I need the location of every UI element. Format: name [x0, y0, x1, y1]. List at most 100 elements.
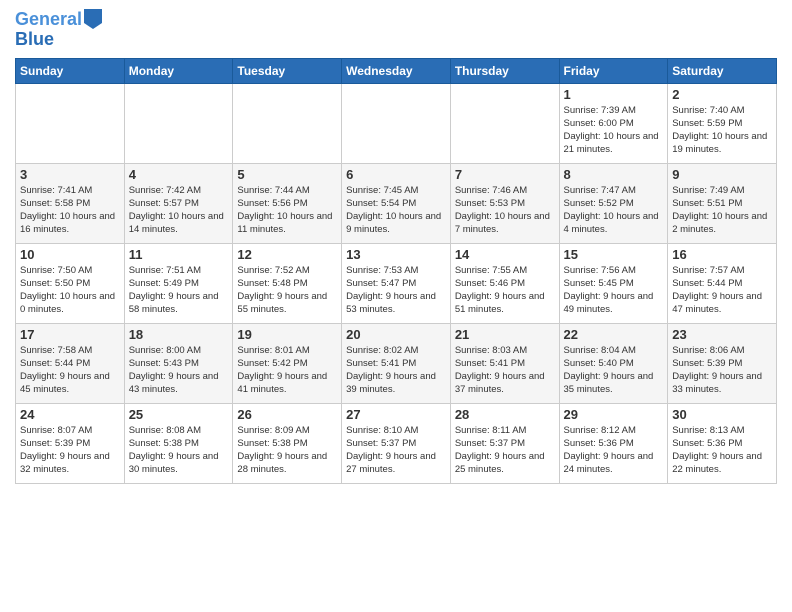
day-number: 25 [129, 407, 229, 422]
day-info: Sunrise: 7:55 AM Sunset: 5:46 PM Dayligh… [455, 264, 555, 317]
calendar-cell: 18 Sunrise: 8:00 AM Sunset: 5:43 PM Dayli… [124, 323, 233, 403]
calendar-week-row: 10 Sunrise: 7:50 AM Sunset: 5:50 PM Dayli… [16, 243, 777, 323]
day-number: 15 [564, 247, 664, 262]
calendar-cell: 24 Sunrise: 8:07 AM Sunset: 5:39 PM Dayli… [16, 403, 125, 483]
calendar-cell [342, 83, 451, 163]
day-info: Sunrise: 8:06 AM Sunset: 5:39 PM Dayligh… [672, 344, 772, 397]
day-number: 24 [20, 407, 120, 422]
day-info: Sunrise: 8:10 AM Sunset: 5:37 PM Dayligh… [346, 424, 446, 477]
day-info: Sunrise: 7:39 AM Sunset: 6:00 PM Dayligh… [564, 104, 664, 157]
day-info: Sunrise: 7:56 AM Sunset: 5:45 PM Dayligh… [564, 264, 664, 317]
day-number: 9 [672, 167, 772, 182]
calendar-cell: 29 Sunrise: 8:12 AM Sunset: 5:36 PM Dayli… [559, 403, 668, 483]
day-number: 10 [20, 247, 120, 262]
calendar-week-row: 17 Sunrise: 7:58 AM Sunset: 5:44 PM Dayli… [16, 323, 777, 403]
day-info: Sunrise: 7:52 AM Sunset: 5:48 PM Dayligh… [237, 264, 337, 317]
calendar-cell: 27 Sunrise: 8:10 AM Sunset: 5:37 PM Dayli… [342, 403, 451, 483]
day-number: 26 [237, 407, 337, 422]
calendar-cell: 26Sunrise: 8:09 AM Sunset: 5:38 PM Dayli… [233, 403, 342, 483]
day-info: Sunrise: 8:03 AM Sunset: 5:41 PM Dayligh… [455, 344, 555, 397]
day-info: Sunrise: 7:44 AM Sunset: 5:56 PM Dayligh… [237, 184, 337, 237]
day-info: Sunrise: 7:58 AM Sunset: 5:44 PM Dayligh… [20, 344, 120, 397]
day-of-week-header: Saturday [668, 58, 777, 83]
day-info: Sunrise: 8:00 AM Sunset: 5:43 PM Dayligh… [129, 344, 229, 397]
calendar-cell: 16 Sunrise: 7:57 AM Sunset: 5:44 PM Dayli… [668, 243, 777, 323]
day-of-week-header: Tuesday [233, 58, 342, 83]
calendar-cell: 13 Sunrise: 7:53 AM Sunset: 5:47 PM Dayli… [342, 243, 451, 323]
day-number: 16 [672, 247, 772, 262]
calendar-cell: 23 Sunrise: 8:06 AM Sunset: 5:39 PM Dayli… [668, 323, 777, 403]
day-info: Sunrise: 7:42 AM Sunset: 5:57 PM Dayligh… [129, 184, 229, 237]
day-info: Sunrise: 7:53 AM Sunset: 5:47 PM Dayligh… [346, 264, 446, 317]
day-number: 17 [20, 327, 120, 342]
calendar-cell: 2 Sunrise: 7:40 AM Sunset: 5:59 PM Daylig… [668, 83, 777, 163]
calendar-cell: 20 Sunrise: 8:02 AM Sunset: 5:41 PM Dayli… [342, 323, 451, 403]
day-of-week-header: Friday [559, 58, 668, 83]
day-info: Sunrise: 8:11 AM Sunset: 5:37 PM Dayligh… [455, 424, 555, 477]
logo-icon [84, 9, 102, 29]
calendar-cell [124, 83, 233, 163]
day-of-week-header: Monday [124, 58, 233, 83]
day-number: 28 [455, 407, 555, 422]
calendar-table: SundayMondayTuesdayWednesdayThursdayFrid… [15, 58, 777, 484]
day-info: Sunrise: 8:02 AM Sunset: 5:41 PM Dayligh… [346, 344, 446, 397]
day-info: Sunrise: 7:46 AM Sunset: 5:53 PM Dayligh… [455, 184, 555, 237]
day-info: Sunrise: 8:12 AM Sunset: 5:36 PM Dayligh… [564, 424, 664, 477]
calendar-cell: 11 Sunrise: 7:51 AM Sunset: 5:49 PM Dayli… [124, 243, 233, 323]
calendar-cell: 17 Sunrise: 7:58 AM Sunset: 5:44 PM Dayli… [16, 323, 125, 403]
calendar-cell [450, 83, 559, 163]
logo-text-blue: Blue [15, 30, 54, 50]
day-number: 4 [129, 167, 229, 182]
calendar-cell: 10 Sunrise: 7:50 AM Sunset: 5:50 PM Dayli… [16, 243, 125, 323]
day-info: Sunrise: 7:57 AM Sunset: 5:44 PM Dayligh… [672, 264, 772, 317]
day-number: 27 [346, 407, 446, 422]
day-number: 2 [672, 87, 772, 102]
calendar-cell: 30Sunrise: 8:13 AM Sunset: 5:36 PM Dayli… [668, 403, 777, 483]
calendar-cell: 3Sunrise: 7:41 AM Sunset: 5:58 PM Daylig… [16, 163, 125, 243]
day-number: 19 [237, 327, 337, 342]
day-info: Sunrise: 7:40 AM Sunset: 5:59 PM Dayligh… [672, 104, 772, 157]
days-of-week-row: SundayMondayTuesdayWednesdayThursdayFrid… [16, 58, 777, 83]
calendar-cell: 8Sunrise: 7:47 AM Sunset: 5:52 PM Daylig… [559, 163, 668, 243]
page-container: General Blue SundayMondayTuesdayWednesda… [0, 0, 792, 494]
calendar-cell: 12Sunrise: 7:52 AM Sunset: 5:48 PM Dayli… [233, 243, 342, 323]
day-number: 20 [346, 327, 446, 342]
day-info: Sunrise: 8:07 AM Sunset: 5:39 PM Dayligh… [20, 424, 120, 477]
day-info: Sunrise: 7:41 AM Sunset: 5:58 PM Dayligh… [20, 184, 120, 237]
day-info: Sunrise: 7:45 AM Sunset: 5:54 PM Dayligh… [346, 184, 446, 237]
header: General Blue [15, 10, 777, 50]
day-number: 21 [455, 327, 555, 342]
calendar-cell: 5 Sunrise: 7:44 AM Sunset: 5:56 PM Daylig… [233, 163, 342, 243]
calendar-body: 1Sunrise: 7:39 AM Sunset: 6:00 PM Daylig… [16, 83, 777, 483]
calendar-cell: 6Sunrise: 7:45 AM Sunset: 5:54 PM Daylig… [342, 163, 451, 243]
day-info: Sunrise: 8:04 AM Sunset: 5:40 PM Dayligh… [564, 344, 664, 397]
calendar-week-row: 24 Sunrise: 8:07 AM Sunset: 5:39 PM Dayli… [16, 403, 777, 483]
day-number: 22 [564, 327, 664, 342]
calendar-week-row: 1Sunrise: 7:39 AM Sunset: 6:00 PM Daylig… [16, 83, 777, 163]
calendar-cell: 4 Sunrise: 7:42 AM Sunset: 5:57 PM Daylig… [124, 163, 233, 243]
calendar-cell: 19 Sunrise: 8:01 AM Sunset: 5:42 PM Dayli… [233, 323, 342, 403]
calendar-cell: 7 Sunrise: 7:46 AM Sunset: 5:53 PM Daylig… [450, 163, 559, 243]
day-number: 11 [129, 247, 229, 262]
day-number: 7 [455, 167, 555, 182]
day-info: Sunrise: 7:51 AM Sunset: 5:49 PM Dayligh… [129, 264, 229, 317]
day-number: 23 [672, 327, 772, 342]
day-number: 18 [129, 327, 229, 342]
logo: General Blue [15, 10, 102, 50]
day-number: 13 [346, 247, 446, 262]
calendar-cell: 1Sunrise: 7:39 AM Sunset: 6:00 PM Daylig… [559, 83, 668, 163]
day-info: Sunrise: 8:01 AM Sunset: 5:42 PM Dayligh… [237, 344, 337, 397]
day-number: 5 [237, 167, 337, 182]
day-of-week-header: Wednesday [342, 58, 451, 83]
calendar-cell: 21 Sunrise: 8:03 AM Sunset: 5:41 PM Dayli… [450, 323, 559, 403]
calendar-cell: 25Sunrise: 8:08 AM Sunset: 5:38 PM Dayli… [124, 403, 233, 483]
day-of-week-header: Thursday [450, 58, 559, 83]
calendar-cell [16, 83, 125, 163]
calendar-cell: 14Sunrise: 7:55 AM Sunset: 5:46 PM Dayli… [450, 243, 559, 323]
calendar-cell: 28 Sunrise: 8:11 AM Sunset: 5:37 PM Dayli… [450, 403, 559, 483]
calendar-cell: 15 Sunrise: 7:56 AM Sunset: 5:45 PM Dayli… [559, 243, 668, 323]
day-info: Sunrise: 7:50 AM Sunset: 5:50 PM Dayligh… [20, 264, 120, 317]
calendar-cell: 22 Sunrise: 8:04 AM Sunset: 5:40 PM Dayli… [559, 323, 668, 403]
day-number: 29 [564, 407, 664, 422]
logo-text: General [15, 10, 82, 30]
